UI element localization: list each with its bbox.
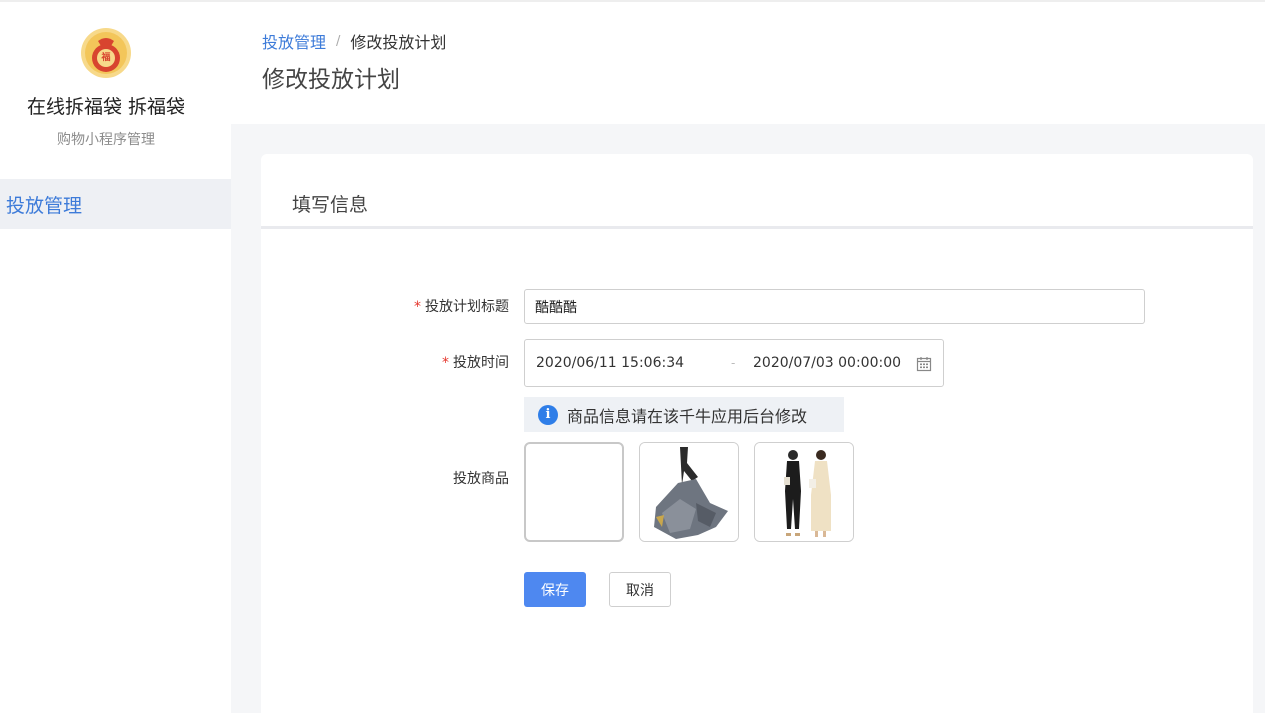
info-icon: i	[538, 404, 558, 425]
breadcrumb-separator: /	[336, 33, 341, 49]
cancel-button[interactable]: 取消	[609, 572, 671, 607]
date-range-picker[interactable]: 2020/06/11 15:06:34 - 2020/07/03 00:00:0…	[524, 339, 944, 387]
sidebar-item-label: 投放管理	[6, 194, 83, 217]
app-subtitle: 购物小程序管理	[57, 132, 155, 148]
sidebar-item-delivery-management[interactable]: 投放管理	[0, 179, 231, 229]
plan-title-input[interactable]	[524, 289, 1145, 324]
breadcrumb: 投放管理 / 修改投放计划	[262, 29, 446, 53]
schedule-label-text: 投放时间	[453, 355, 509, 371]
card-divider	[261, 226, 1253, 229]
calendar-icon[interactable]	[916, 356, 932, 372]
page-header: 投放管理 / 修改投放计划 修改投放计划	[231, 2, 1265, 124]
date-separator: -	[731, 356, 736, 370]
end-date[interactable]: 2020/07/03 00:00:00	[753, 355, 901, 371]
products-label-text: 投放商品	[453, 471, 509, 487]
breadcrumb-parent-link[interactable]: 投放管理	[262, 29, 326, 53]
products-label: 投放商品	[309, 468, 509, 488]
notice-text: 商品信息请在该千牛应用后台修改	[567, 406, 808, 426]
plan-title-label: * 投放计划标题	[309, 296, 509, 316]
sidebar: 福 在线拆福袋 拆福袋 购物小程序管理 投放管理	[0, 2, 231, 713]
required-mark: *	[414, 299, 421, 315]
logo-char: 福	[101, 53, 111, 63]
app-name: 在线拆福袋 拆福袋	[26, 96, 186, 118]
start-date[interactable]: 2020/06/11 15:06:34	[536, 355, 684, 371]
product-thumbnail-skirt[interactable]	[639, 442, 739, 542]
notice-banner: i 商品信息请在该千牛应用后台修改	[524, 397, 844, 432]
product-thumbnail-dresses[interactable]	[754, 442, 854, 542]
save-button[interactable]: 保存	[524, 572, 586, 607]
skirt-product-image	[640, 443, 738, 541]
breadcrumb-current: 修改投放计划	[350, 33, 447, 52]
form-card: 填写信息 *投放计划标题 *投放时间 2020/06/11 15:06:34 -…	[261, 154, 1253, 724]
plan-title-label-text: 投放计划标题	[425, 299, 509, 315]
product-thumbnail-empty[interactable]	[524, 442, 624, 542]
page-title: 修改投放计划	[262, 67, 400, 93]
app-logo: 福	[80, 27, 132, 79]
schedule-label: * 投放时间	[309, 352, 509, 372]
card-title: 填写信息	[292, 194, 369, 216]
required-mark: *	[442, 355, 449, 371]
main-content: 填写信息 *投放计划标题 *投放时间 2020/06/11 15:06:34 -…	[231, 124, 1265, 724]
dresses-product-image	[755, 443, 853, 541]
